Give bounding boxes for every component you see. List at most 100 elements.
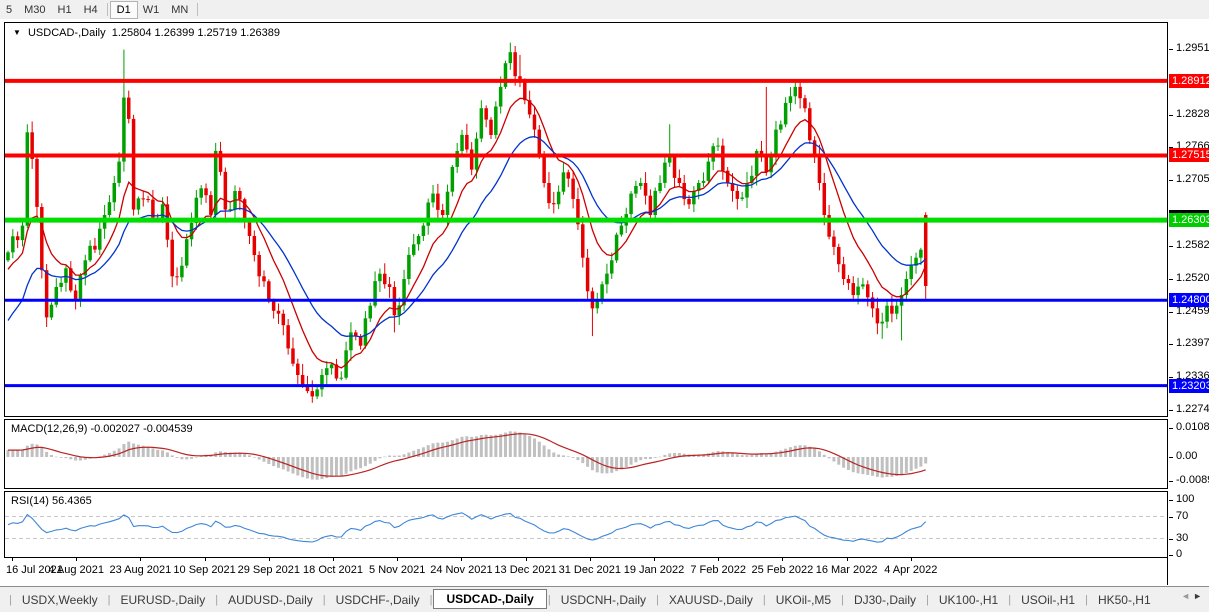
price-tick-mark bbox=[1169, 245, 1173, 247]
date-tick-mark bbox=[461, 558, 463, 561]
date-tick-mark bbox=[910, 558, 912, 561]
tab-separator: | bbox=[429, 593, 433, 606]
rsi-indicator-pane[interactable]: RSI(14) 56.4365 bbox=[4, 491, 1168, 558]
rsi-tick-mark bbox=[1169, 516, 1173, 518]
price-tick-label: 1.28280 bbox=[1176, 107, 1209, 120]
macd-indicator-pane[interactable]: MACD(12,26,9) -0.002027 -0.004539 bbox=[4, 419, 1168, 489]
rsi-chart bbox=[5, 492, 1167, 557]
tab-separator: | bbox=[656, 593, 659, 606]
date-tick-mark bbox=[782, 558, 784, 561]
rsi-tick-label: 100 bbox=[1176, 493, 1195, 505]
macd-tick-mark bbox=[1169, 428, 1173, 429]
macd-tick-label: -0.008974 bbox=[1176, 473, 1209, 486]
timeframe-button-w1[interactable]: W1 bbox=[137, 2, 166, 18]
date-tick-label: 5 Nov 2021 bbox=[369, 564, 426, 576]
symbol-tab-xauusd-daily[interactable]: XAUUSD-,Daily bbox=[660, 589, 762, 610]
date-tick-mark bbox=[204, 558, 206, 561]
date-tick-label: 23 Aug 2021 bbox=[109, 564, 172, 576]
price-tick-label: 1.27050 bbox=[1176, 173, 1209, 186]
macd-label: MACD(12,26,9) -0.002027 -0.004539 bbox=[11, 423, 193, 435]
price-tick-mark bbox=[1169, 311, 1173, 313]
date-tick-label: 31 Dec 2021 bbox=[558, 564, 621, 576]
tab-scroll-arrows[interactable]: ◄► bbox=[1181, 591, 1205, 601]
price-tick-label: 1.25820 bbox=[1176, 238, 1209, 251]
price-tick-mark bbox=[1169, 49, 1173, 51]
macd-tick-label: 0.010869 bbox=[1176, 421, 1209, 433]
tab-separator: | bbox=[107, 593, 111, 606]
date-tick-mark bbox=[654, 558, 655, 561]
symbol-tab-hk50-h1[interactable]: HK50-,H1 bbox=[1089, 589, 1160, 610]
symbol-tab-ukoil-m5[interactable]: UKOil-,M5 bbox=[767, 589, 840, 610]
timeframe-toolbar: 5 M30 H1 H4 D1 W1 MN bbox=[0, 0, 1209, 20]
date-tick-mark bbox=[397, 558, 399, 561]
price-tick-mark bbox=[1169, 344, 1173, 346]
chart-symbol-caret-icon: ▼ bbox=[13, 28, 21, 37]
rsi-label: RSI(14) 56.4365 bbox=[11, 495, 92, 507]
main-chart-pane[interactable]: ▼ USDCAD-,Daily 1.25804 1.26399 1.25719 … bbox=[4, 22, 1168, 417]
symbol-tab-usdchf-daily[interactable]: USDCHF-,Daily bbox=[327, 589, 429, 610]
symbol-tab-strip: | USDX,Weekly | EURUSD-,Daily | AUDUSD-,Daily… bbox=[0, 586, 1209, 612]
chart-symbol: USDCAD-,Daily bbox=[27, 27, 106, 39]
rsi-tick-mark bbox=[1169, 555, 1173, 556]
price-tick-mark bbox=[1169, 114, 1173, 116]
date-tick-mark bbox=[718, 558, 720, 561]
date-tick-mark bbox=[140, 558, 142, 561]
rsi-tick-mark bbox=[1169, 538, 1173, 540]
date-tick-mark bbox=[76, 558, 78, 561]
date-tick-label: 24 Nov 2021 bbox=[430, 564, 493, 576]
symbol-tab-usdcad-daily[interactable]: USDCAD-,Daily bbox=[433, 588, 547, 609]
symbol-tab-dj30-daily[interactable]: DJ30-,Daily bbox=[845, 589, 925, 610]
price-badge: 1.28912 bbox=[1169, 73, 1209, 88]
tab-scroll-left-icon[interactable]: ◄ bbox=[1181, 591, 1193, 601]
candlestick-chart bbox=[5, 23, 1167, 416]
tab-separator: | bbox=[925, 593, 929, 606]
toolbar-separator bbox=[197, 3, 199, 16]
chart-ohlc-values: 1.25804 1.26399 1.25719 1.26389 bbox=[111, 27, 280, 39]
chart-title: ▼ USDCAD-,Daily 1.25804 1.26399 1.25719 … bbox=[13, 27, 280, 39]
rsi-tick-label: 30 bbox=[1176, 531, 1189, 544]
price-badge: 1.24800 bbox=[1169, 293, 1209, 308]
price-tick-mark bbox=[1169, 410, 1173, 411]
date-tick-mark bbox=[525, 558, 527, 561]
macd-tick-mark bbox=[1169, 480, 1173, 482]
timeframe-button-mn[interactable]: MN bbox=[165, 2, 194, 18]
date-tick-label: 7 Feb 2022 bbox=[690, 564, 747, 576]
rsi-tick-mark bbox=[1169, 500, 1173, 501]
symbol-tab-usdx-weekly[interactable]: USDX,Weekly bbox=[13, 589, 107, 610]
date-tick-label: 29 Sep 2021 bbox=[237, 564, 300, 576]
symbol-tab-eurusd-daily[interactable]: EURUSD-,Daily bbox=[112, 589, 215, 610]
tab-separator: | bbox=[215, 593, 219, 606]
price-tick-label: 1.25205 bbox=[1176, 271, 1209, 284]
symbol-tab-usdcnh-daily[interactable]: USDCNH-,Daily bbox=[552, 589, 655, 610]
price-tick-label: 1.29510 bbox=[1176, 42, 1209, 55]
date-tick-label: 4 Aug 2021 bbox=[48, 564, 105, 576]
date-tick-mark bbox=[846, 558, 848, 561]
date-tick-label: 10 Sep 2021 bbox=[173, 564, 236, 576]
date-tick-label: 19 Jan 2022 bbox=[623, 564, 685, 576]
date-tick-mark bbox=[12, 558, 13, 561]
time-axis[interactable]: 16 Jul 2021 4 Aug 2021 23 Aug 2021 10 Sep 2… bbox=[4, 558, 1168, 585]
price-axis[interactable]: 1.295101.282801.276651.270501.258201.252… bbox=[1169, 22, 1209, 585]
price-badge: 1.23203 bbox=[1169, 378, 1209, 393]
rsi-tick-label: 70 bbox=[1176, 509, 1189, 522]
date-tick-label: 18 Oct 2021 bbox=[303, 564, 363, 576]
tab-scroll-right-icon[interactable]: ► bbox=[1193, 591, 1205, 601]
tab-separator: | bbox=[1008, 593, 1012, 606]
date-tick-mark bbox=[333, 558, 334, 561]
price-tick-label: 1.22745 bbox=[1176, 403, 1209, 415]
symbol-tab-usoil-h1[interactable]: USOil-,H1 bbox=[1012, 589, 1084, 610]
timeframe-button-d1[interactable]: D1 bbox=[109, 0, 138, 19]
symbol-tab-uk100-h1[interactable]: UK100-,H1 bbox=[930, 589, 1007, 610]
timeframe-button-h4[interactable]: H4 bbox=[78, 2, 104, 18]
toolbar-separator bbox=[106, 3, 108, 16]
date-tick-mark bbox=[268, 558, 270, 561]
symbol-tab-audusd-daily[interactable]: AUDUSD-,Daily bbox=[219, 589, 322, 610]
timeframe-button-m30[interactable]: M30 bbox=[18, 2, 51, 18]
date-tick-label: 16 Mar 2022 bbox=[815, 564, 878, 576]
mt4-terminal: { "toolbar": {"timeframes": ["5","M30","… bbox=[0, 0, 1209, 612]
timeframe-button-h1[interactable]: H1 bbox=[52, 2, 78, 18]
tab-separator: | bbox=[9, 593, 12, 606]
tab-separator: | bbox=[322, 593, 326, 606]
timeframe-button-5[interactable]: 5 bbox=[0, 2, 18, 18]
tab-separator: | bbox=[762, 593, 766, 606]
